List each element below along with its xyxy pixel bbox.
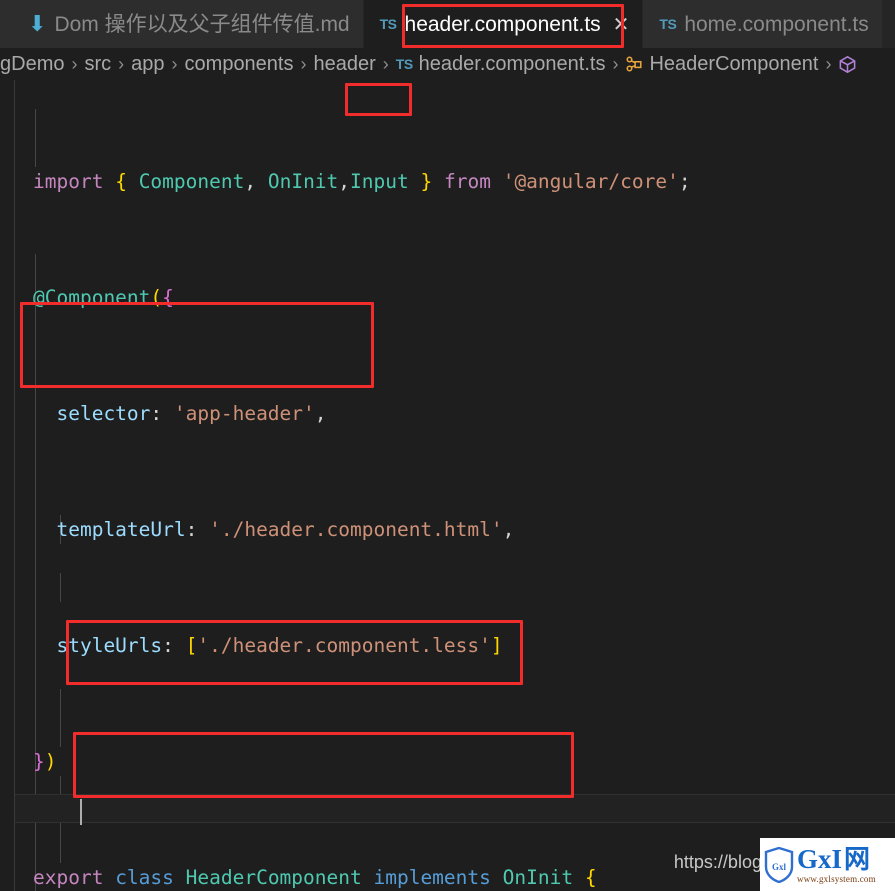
breadcrumb-separator: ›	[118, 54, 125, 74]
breadcrumb-item-header[interactable]: header	[314, 54, 376, 74]
tab-dom-md[interactable]: ⬇ Dom 操作以及父子组件传值.md	[12, 0, 364, 48]
breadcrumb-item-app[interactable]: app	[131, 54, 164, 74]
breadcrumb-item-project[interactable]: gDemo	[0, 54, 64, 74]
vscode-window: ⬇ Dom 操作以及父子组件传值.md TS header.component.…	[0, 0, 895, 891]
code-line: })	[33, 750, 57, 773]
tab-label: header.component.ts	[404, 12, 601, 36]
typescript-icon: TS	[395, 56, 413, 72]
breadcrumb-item-src[interactable]: src	[84, 54, 111, 74]
code-line: templateUrl: './header.component.html',	[33, 518, 515, 541]
brand-cn: 网	[844, 843, 871, 874]
brand-text: GxI 网 www.gxlsystem.com	[797, 843, 876, 884]
code-editor[interactable]: import { Component, OnInit,Input } from …	[0, 80, 895, 891]
close-icon[interactable]: ✕	[613, 14, 630, 34]
brand-name: GxI	[797, 843, 843, 874]
code-line: selector: 'app-header',	[33, 402, 327, 425]
tab-home-component-ts[interactable]: TS home.component.ts	[643, 0, 883, 48]
markdown-icon: ⬇	[28, 11, 47, 36]
code-line: import { Component, OnInit,Input } from …	[33, 170, 691, 193]
class-icon	[625, 55, 643, 73]
breadcrumb-separator: ›	[71, 54, 78, 74]
editor-tab-bar: ⬇ Dom 操作以及父子组件传值.md TS header.component.…	[0, 0, 895, 48]
tab-label: home.component.ts	[684, 12, 869, 36]
breadcrumb-separator: ›	[825, 54, 832, 74]
breadcrumb-separator: ›	[382, 54, 389, 74]
shield-icon: Gxl	[764, 846, 794, 883]
brand-domain: www.gxlsystem.com	[797, 873, 876, 884]
breadcrumb-separator: ›	[171, 54, 178, 74]
tab-header-component-ts[interactable]: TS header.component.ts ✕	[363, 0, 644, 48]
activity-bar-strip	[0, 0, 12, 48]
breadcrumb-item-file[interactable]: header.component.ts	[419, 54, 606, 74]
breadcrumb-separator: ›	[300, 54, 307, 74]
typescript-icon: TS	[659, 16, 677, 32]
svg-text:Gxl: Gxl	[772, 862, 787, 872]
tab-label: Dom 操作以及父子组件传值.md	[54, 12, 350, 36]
breadcrumb-separator: ›	[612, 54, 619, 74]
code-line: styleUrls: ['./header.component.less']	[33, 634, 503, 657]
site-logo: Gxl GxI 网 www.gxlsystem.com	[760, 838, 895, 891]
code-line: @Component({	[33, 286, 174, 309]
typescript-icon: TS	[379, 16, 397, 32]
code-content[interactable]: import { Component, OnInit,Input } from …	[0, 80, 895, 891]
cube-icon	[838, 55, 857, 74]
breadcrumb-item-symbol[interactable]: HeaderComponent	[649, 54, 818, 74]
breadcrumb-item-components[interactable]: components	[185, 54, 294, 74]
text-cursor	[80, 799, 82, 825]
tab-bar-filler	[882, 0, 895, 48]
breadcrumb: gDemo › src › app › components › header …	[0, 48, 895, 80]
